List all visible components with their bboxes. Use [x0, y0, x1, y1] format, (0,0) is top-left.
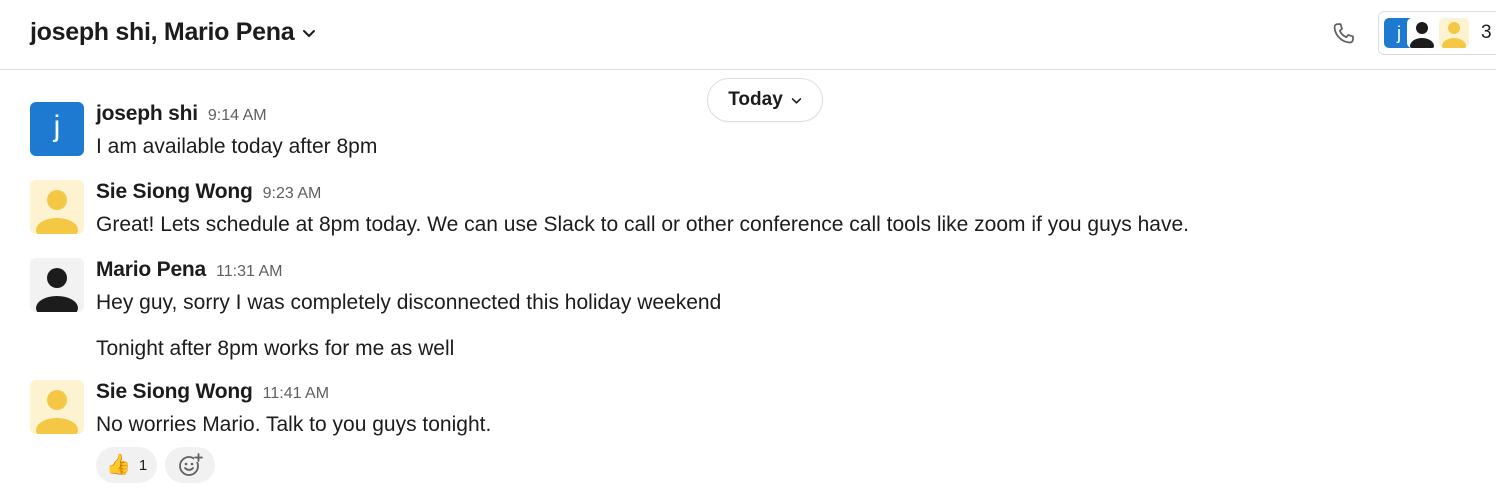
message-text: Great! Lets schedule at 8pm today. We ca…	[96, 213, 1189, 236]
phone-icon[interactable]	[1330, 20, 1358, 48]
members-button[interactable]: j 3	[1378, 11, 1496, 55]
date-divider-label: Today	[728, 89, 783, 110]
member-avatar-mario	[1407, 18, 1437, 48]
message-text: Tonight after 8pm works for me as well	[96, 337, 455, 360]
avatar[interactable]	[30, 258, 84, 312]
thumbs-up-icon: 👍	[106, 454, 131, 476]
message-author[interactable]: Sie Siong Wong	[96, 180, 253, 204]
channel-title: joseph shi, Mario Pena	[30, 18, 295, 46]
chevron-down-icon	[302, 26, 316, 40]
reaction-thumbs-up[interactable]: 👍 1	[96, 447, 158, 483]
message-author[interactable]: Sie Siong Wong	[96, 380, 253, 404]
user-silhouette-icon	[36, 268, 78, 312]
avatar-letter: j	[53, 110, 61, 143]
member-avatar-sie	[1439, 18, 1469, 48]
channel-title-button[interactable]: joseph shi, Mario Pena	[30, 18, 316, 47]
avatar[interactable]	[30, 180, 84, 234]
add-emoji-icon	[179, 453, 204, 476]
user-silhouette-icon	[36, 390, 78, 434]
channel-header: joseph shi, Mario Pena j 3	[0, 0, 1496, 70]
message-text: I am available today after 8pm	[96, 135, 378, 158]
avatar[interactable]	[30, 380, 84, 434]
add-reaction-button[interactable]	[165, 447, 216, 483]
message-timestamp[interactable]: 11:31 AM	[216, 263, 282, 281]
member-count: 3	[1481, 22, 1492, 43]
reaction-count: 1	[138, 456, 148, 474]
message-text: No worries Mario. Talk to you guys tonig…	[96, 413, 492, 436]
user-silhouette-icon	[36, 190, 78, 234]
message-timestamp[interactable]: 9:14 AM	[208, 107, 267, 125]
message-author[interactable]: Mario Pena	[96, 258, 206, 282]
avatar[interactable]: j	[30, 102, 84, 156]
chevron-down-icon	[791, 95, 802, 106]
message-timestamp[interactable]: 11:41 AM	[263, 385, 329, 403]
message-timestamp[interactable]: 9:23 AM	[263, 185, 322, 203]
reaction-bar: 👍 1	[96, 447, 216, 483]
message-text: Hey guy, sorry I was completely disconne…	[96, 291, 722, 314]
date-divider-button[interactable]: Today	[707, 78, 823, 122]
message-author[interactable]: joseph shi	[96, 102, 198, 126]
